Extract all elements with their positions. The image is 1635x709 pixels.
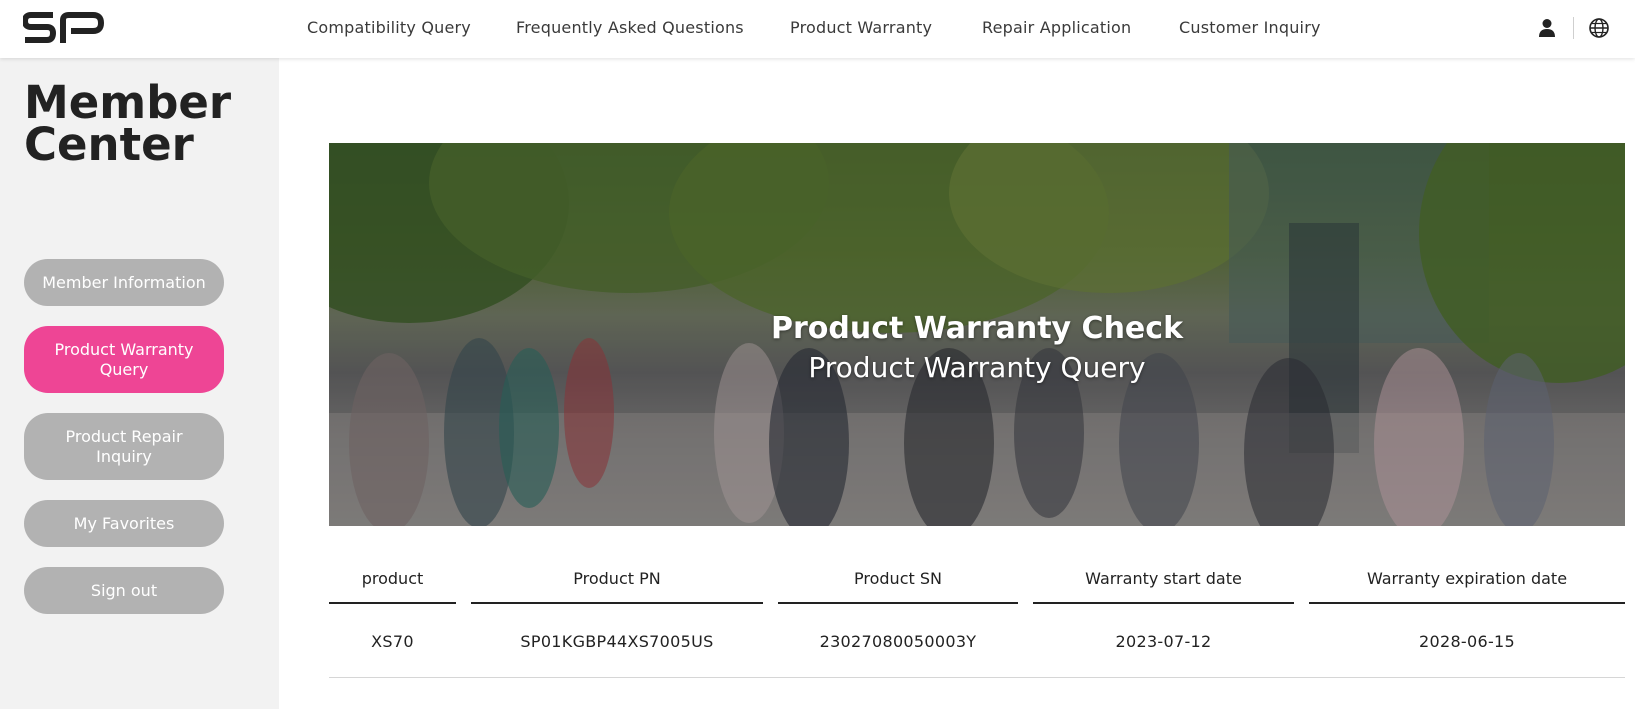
nav-compatibility-query[interactable]: Compatibility Query bbox=[307, 18, 471, 37]
cell-product-sn: 23027080050003Y bbox=[819, 632, 977, 651]
globe-icon[interactable] bbox=[1588, 17, 1610, 39]
header-underline bbox=[1033, 602, 1294, 604]
member-information-button[interactable]: Member Information bbox=[24, 259, 224, 306]
product-warranty-query-button[interactable]: Product Warranty Query bbox=[24, 326, 224, 393]
product-repair-inquiry-button[interactable]: Product Repair Inquiry bbox=[24, 413, 224, 480]
cell-product-pn: SP01KGBP44XS7005US bbox=[520, 632, 714, 651]
col-header-product-sn: Product SN bbox=[854, 569, 942, 588]
hero-title: Product Warranty Check bbox=[770, 311, 1184, 346]
cell-warranty-start: 2023-07-12 bbox=[1115, 632, 1212, 651]
header-underline bbox=[1309, 602, 1625, 604]
top-header: Compatibility Query Frequently Asked Que… bbox=[0, 0, 1635, 58]
header-underline bbox=[778, 602, 1018, 604]
my-favorites-button[interactable]: My Favorites bbox=[24, 500, 224, 547]
col-header-product-pn: Product PN bbox=[573, 569, 661, 588]
sp-logo[interactable] bbox=[23, 11, 105, 45]
nav-repair-application[interactable]: Repair Application bbox=[982, 18, 1131, 37]
hero-banner: Product Warranty Check Product Warranty … bbox=[329, 143, 1625, 526]
col-header-warranty-start: Warranty start date bbox=[1085, 569, 1242, 588]
hero-subtitle: Product Warranty Query bbox=[808, 351, 1146, 384]
col-header-warranty-expiration: Warranty expiration date bbox=[1366, 569, 1568, 588]
nav-customer-inquiry[interactable]: Customer Inquiry bbox=[1179, 18, 1321, 37]
row-divider bbox=[329, 677, 1625, 678]
nav-product-warranty[interactable]: Product Warranty bbox=[790, 18, 932, 37]
col-header-product: product bbox=[361, 569, 424, 588]
header-underline bbox=[471, 602, 763, 604]
page-title: Member Center bbox=[24, 76, 232, 171]
sign-out-button[interactable]: Sign out bbox=[24, 567, 224, 614]
cell-warranty-expiration: 2028-06-15 bbox=[1419, 632, 1515, 651]
nav-faq[interactable]: Frequently Asked Questions bbox=[516, 18, 744, 37]
user-icon[interactable] bbox=[1536, 17, 1558, 39]
header-divider bbox=[1573, 17, 1574, 39]
header-underline bbox=[329, 602, 456, 604]
cell-product: XS70 bbox=[371, 632, 414, 651]
